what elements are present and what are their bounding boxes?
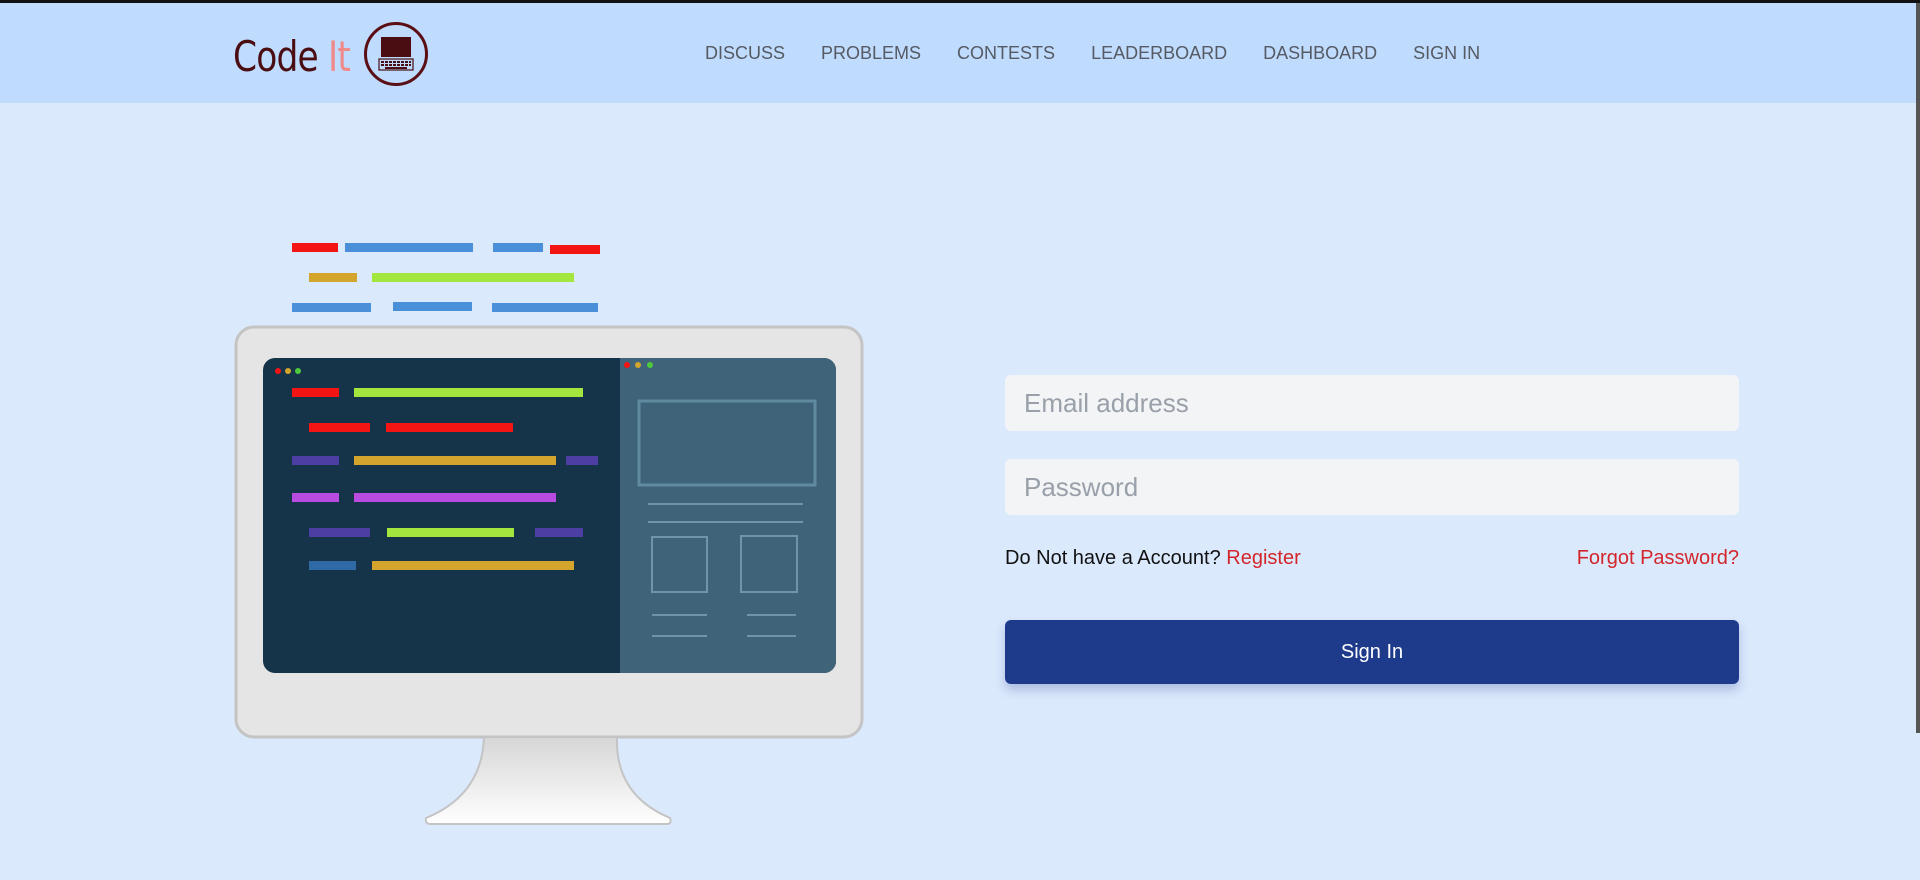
nav-leaderboard[interactable]: LEADERBOARD [1091, 43, 1227, 64]
register-link[interactable]: Register [1226, 547, 1300, 569]
nav-dashboard[interactable]: DASHBOARD [1263, 43, 1377, 64]
sign-in-button[interactable]: Sign In [1005, 620, 1739, 684]
computer-icon [363, 21, 429, 92]
register-prompt: Do Not have a Account? Register [1005, 547, 1301, 570]
password-field[interactable] [1005, 459, 1739, 515]
nav-discuss[interactable]: DISCUSS [705, 43, 785, 64]
brand-name: Code It [233, 31, 351, 81]
brand-logo[interactable]: Code It [233, 21, 376, 91]
email-field[interactable] [1005, 375, 1739, 431]
brand-name-primary: Code [233, 31, 319, 81]
form-links-row: Do Not have a Account? Register Forgot P… [1005, 547, 1739, 570]
forgot-password-link[interactable]: Forgot Password? [1577, 547, 1739, 570]
nav-problems[interactable]: PROBLEMS [821, 43, 921, 64]
top-navbar: Code It DISCUSS PROBLEMS CONTESTS LEADER… [0, 3, 1920, 103]
monitor-with-code-icon [230, 235, 870, 835]
page-scrollbar[interactable] [1916, 3, 1920, 733]
login-form: Do Not have a Account? Register Forgot P… [1005, 375, 1739, 684]
main-nav: DISCUSS PROBLEMS CONTESTS LEADERBOARD DA… [705, 43, 1516, 64]
no-account-text: Do Not have a Account? [1005, 547, 1221, 569]
nav-contests[interactable]: CONTESTS [957, 43, 1055, 64]
nav-sign-in[interactable]: SIGN IN [1413, 43, 1480, 64]
brand-name-accent: It [328, 31, 351, 81]
